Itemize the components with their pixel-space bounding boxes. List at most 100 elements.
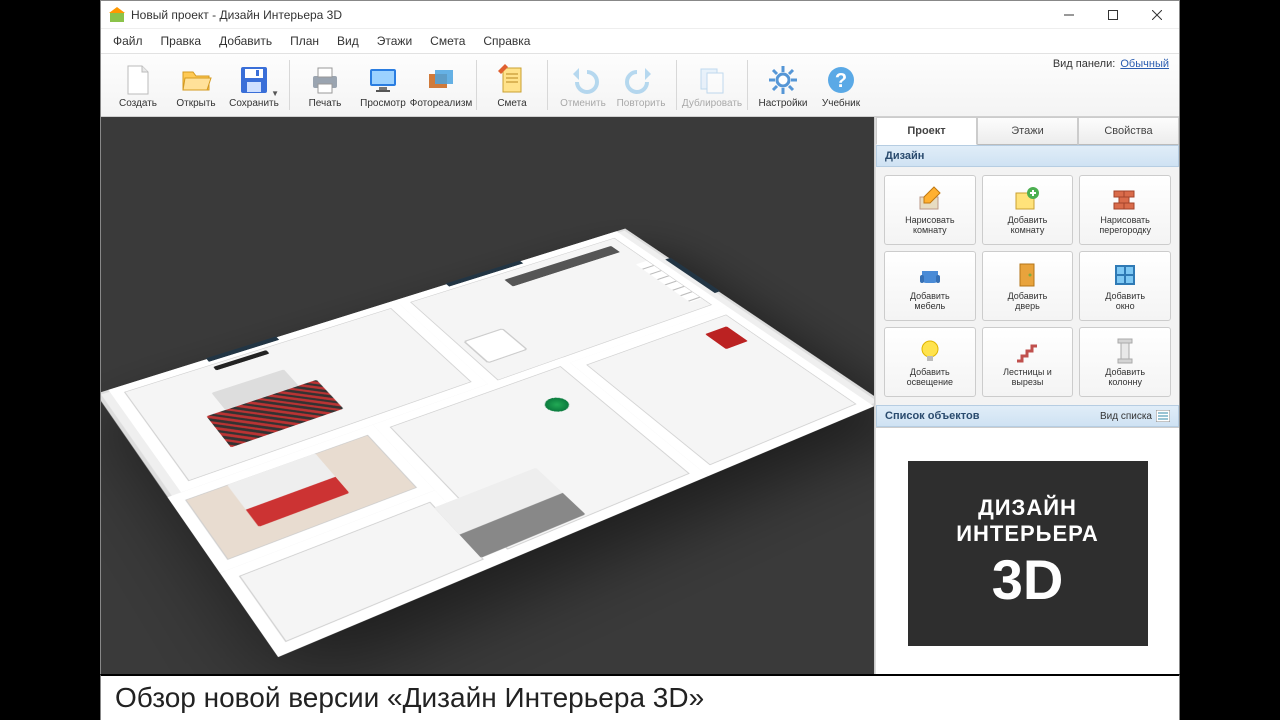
window-icon xyxy=(1111,261,1139,289)
close-button[interactable] xyxy=(1135,1,1179,29)
add-window-button[interactable]: Добавить окно xyxy=(1079,251,1171,321)
window-controls xyxy=(1047,1,1179,29)
menu-help[interactable]: Справка xyxy=(475,31,538,51)
help-button[interactable]: ? Учебник xyxy=(812,56,870,114)
object-list[interactable]: ДИЗАЙН ИНТЕРЬЕРА 3D xyxy=(876,427,1179,679)
minimize-icon xyxy=(1064,10,1074,20)
photorealism-button[interactable]: Фотореализм xyxy=(412,56,470,114)
settings-button[interactable]: Настройки xyxy=(754,56,812,114)
list-view-toggle[interactable]: Вид списка xyxy=(1100,410,1170,422)
stairs-button[interactable]: Лестницы и вырезы xyxy=(982,327,1074,397)
add-light-button[interactable]: Добавить освещение xyxy=(884,327,976,397)
redo-icon xyxy=(625,64,657,96)
side-tabs: Проект Этажи Свойства xyxy=(876,117,1179,145)
print-label: Печать xyxy=(309,98,342,109)
undo-button: Отменить xyxy=(554,56,612,114)
menu-plan[interactable]: План xyxy=(282,31,327,51)
menu-view[interactable]: Вид xyxy=(329,31,367,51)
menu-file[interactable]: Файл xyxy=(105,31,151,51)
printer-icon xyxy=(309,64,341,96)
preview-button[interactable]: Просмотр xyxy=(354,56,412,114)
floorplan-model xyxy=(101,229,875,657)
add-door-button[interactable]: Добавить дверь xyxy=(982,251,1074,321)
notepad-icon xyxy=(496,64,528,96)
menubar: Файл Правка Добавить План Вид Этажи Смет… xyxy=(101,29,1179,53)
open-button[interactable]: Открыть xyxy=(167,56,225,114)
tab-floors[interactable]: Этажи xyxy=(977,117,1078,145)
panel-mode-label: Вид панели: xyxy=(1053,58,1115,70)
undo-label: Отменить xyxy=(560,98,606,109)
design-section-title: Дизайн xyxy=(885,150,924,162)
app-icon xyxy=(109,7,125,23)
add-column-button[interactable]: Добавить колонну xyxy=(1079,327,1171,397)
separator xyxy=(289,60,290,110)
estimate-button[interactable]: Смета xyxy=(483,56,541,114)
promo-line1: ДИЗАЙН xyxy=(978,495,1077,521)
photoreal-label: Фотореализм xyxy=(410,98,473,109)
promo-line2: ИНТЕРЬЕРА xyxy=(956,521,1099,547)
render-icon xyxy=(425,64,457,96)
menu-edit[interactable]: Правка xyxy=(153,31,210,51)
folder-open-icon xyxy=(180,64,212,96)
create-label: Создать xyxy=(119,98,157,109)
door-icon xyxy=(1013,261,1041,289)
add-column-label: Добавить колонну xyxy=(1105,367,1145,388)
add-room-label: Добавить комнату xyxy=(1008,215,1048,236)
separator xyxy=(547,60,548,110)
save-button[interactable]: Сохранить ▼ xyxy=(225,56,283,114)
create-button[interactable]: Создать xyxy=(109,56,167,114)
panel-mode-value[interactable]: Обычный xyxy=(1120,58,1169,70)
add-room-icon xyxy=(1013,185,1041,213)
brick-wall-icon xyxy=(1111,185,1139,213)
lightbulb-icon xyxy=(916,337,944,365)
add-room-button[interactable]: Добавить комнату xyxy=(982,175,1074,245)
stairs-icon xyxy=(1013,337,1041,365)
close-icon xyxy=(1152,10,1162,20)
tab-project[interactable]: Проект xyxy=(876,117,977,145)
separator xyxy=(676,60,677,110)
app-window: Новый проект - Дизайн Интерьера 3D Файл … xyxy=(100,0,1180,680)
workspace: Проект Этажи Свойства Дизайн Нарисовать … xyxy=(101,117,1179,679)
menu-estimate[interactable]: Смета xyxy=(422,31,473,51)
draw-partition-button[interactable]: Нарисовать перегородку xyxy=(1079,175,1171,245)
separator xyxy=(476,60,477,110)
tab-properties[interactable]: Свойства xyxy=(1078,117,1179,145)
maximize-icon xyxy=(1108,10,1118,20)
duplicate-icon xyxy=(696,64,728,96)
window-title: Новый проект - Дизайн Интерьера 3D xyxy=(131,8,1047,22)
menu-floors[interactable]: Этажи xyxy=(369,31,420,51)
monitor-icon xyxy=(367,64,399,96)
promo-banner: ДИЗАЙН ИНТЕРЬЕРА 3D xyxy=(908,461,1148,646)
objects-section-title: Список объектов xyxy=(885,410,979,422)
help-icon: ? xyxy=(825,64,857,96)
add-furniture-button[interactable]: Добавить мебель xyxy=(884,251,976,321)
toolbar: Создать Открыть Сохранить ▼ Печать Просм… xyxy=(101,53,1179,117)
armchair-icon xyxy=(916,261,944,289)
draw-partition-label: Нарисовать перегородку xyxy=(1099,215,1151,236)
help-label: Учебник xyxy=(822,98,860,109)
draw-room-button[interactable]: Нарисовать комнату xyxy=(884,175,976,245)
gear-icon xyxy=(767,64,799,96)
estimate-label: Смета xyxy=(497,98,526,109)
separator xyxy=(747,60,748,110)
column-icon xyxy=(1111,337,1139,365)
titlebar: Новый проект - Дизайн Интерьера 3D xyxy=(101,1,1179,29)
save-icon xyxy=(238,64,270,96)
save-label: Сохранить xyxy=(229,98,279,109)
list-view-icon xyxy=(1156,410,1170,422)
maximize-button[interactable] xyxy=(1091,1,1135,29)
add-light-label: Добавить освещение xyxy=(907,367,954,388)
duplicate-button: Дублировать xyxy=(683,56,741,114)
svg-text:?: ? xyxy=(835,70,847,92)
open-label: Открыть xyxy=(176,98,215,109)
menu-add[interactable]: Добавить xyxy=(211,31,280,51)
panel-mode: Вид панели: Обычный xyxy=(1053,58,1169,70)
new-file-icon xyxy=(122,64,154,96)
redo-button: Повторить xyxy=(612,56,670,114)
pencil-room-icon xyxy=(916,185,944,213)
promo-line3: 3D xyxy=(992,547,1064,612)
print-button[interactable]: Печать xyxy=(296,56,354,114)
viewport-3d[interactable] xyxy=(101,117,875,679)
minimize-button[interactable] xyxy=(1047,1,1091,29)
design-grid: Нарисовать комнату Добавить комнату Нари… xyxy=(876,167,1179,405)
